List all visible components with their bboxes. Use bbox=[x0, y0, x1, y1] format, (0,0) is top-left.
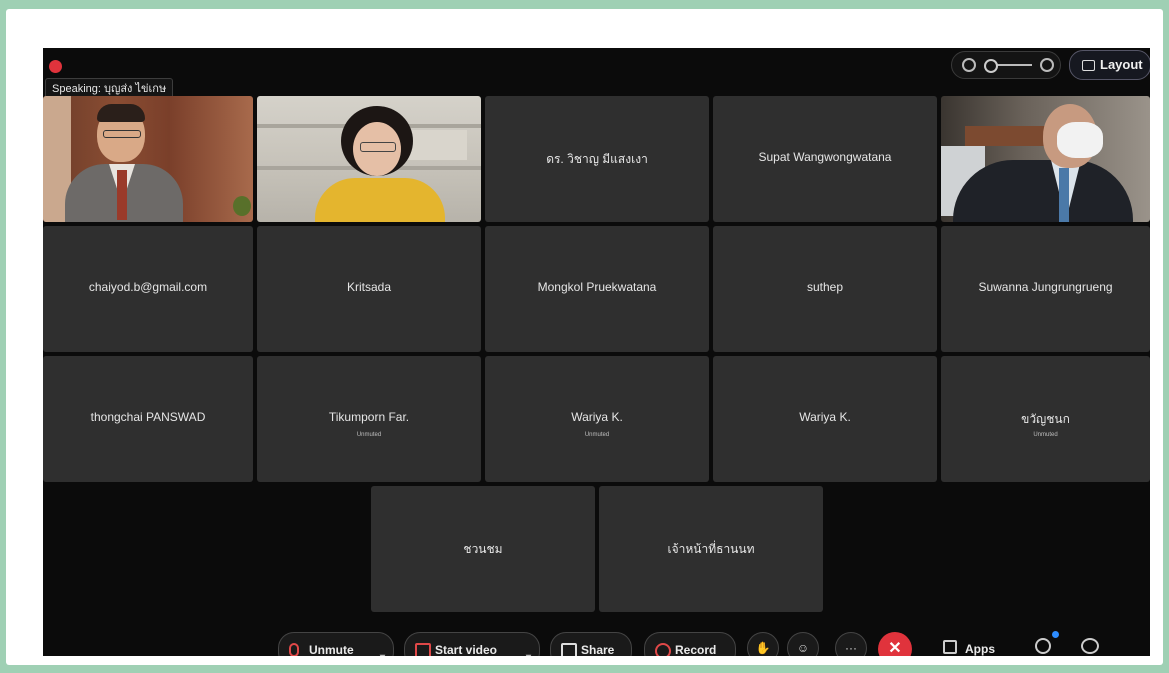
participant-name: Mongkol Pruekwatana bbox=[537, 280, 657, 294]
participant-tile[interactable]: Kritsada bbox=[257, 226, 481, 352]
share-button[interactable]: Share bbox=[550, 632, 632, 656]
participant-tile[interactable]: Mongkol Pruekwatana bbox=[485, 226, 709, 352]
share-label: Share bbox=[581, 643, 615, 656]
participant-name: Wariya K. bbox=[799, 410, 851, 424]
apps-icon bbox=[943, 640, 957, 654]
participant-tile[interactable]: thongchai PANSWAD bbox=[43, 356, 253, 482]
layout-button[interactable]: Layout bbox=[1069, 50, 1150, 80]
record-icon bbox=[655, 643, 671, 656]
video-person bbox=[360, 142, 396, 152]
unmute-button[interactable]: Unmute ▾ bbox=[278, 632, 394, 656]
video-person bbox=[1059, 168, 1069, 222]
participant-tile[interactable]: Wariya K. Unmuted bbox=[485, 356, 709, 482]
close-icon[interactable] bbox=[49, 60, 62, 73]
zoom-slider[interactable] bbox=[951, 51, 1061, 79]
record-label: Record bbox=[675, 643, 717, 656]
participant-name: Wariya K. bbox=[571, 410, 623, 424]
video-person bbox=[1057, 122, 1103, 158]
participants-icon[interactable] bbox=[1035, 638, 1051, 654]
video-person bbox=[315, 178, 445, 222]
share-screen-icon bbox=[561, 643, 577, 656]
chevron-down-icon[interactable]: ▾ bbox=[380, 641, 385, 656]
participant-name: Tikumporn Far. bbox=[328, 410, 410, 424]
participant-video-tile[interactable] bbox=[257, 96, 481, 222]
notification-badge bbox=[1052, 631, 1059, 638]
participant-tile[interactable]: ชวนชม bbox=[371, 486, 595, 612]
participant-tile[interactable]: เจ้าหน้าที่ธานนท bbox=[599, 486, 823, 612]
video-person bbox=[103, 130, 141, 138]
participant-tile[interactable]: Tikumporn Far. Unmuted bbox=[257, 356, 481, 482]
layout-grid-icon bbox=[1082, 60, 1095, 71]
participant-name: thongchai PANSWAD bbox=[90, 410, 206, 424]
start-video-button[interactable]: Start video ▾ bbox=[404, 632, 540, 656]
participant-name: suthep bbox=[806, 280, 844, 294]
participant-name: เจ้าหน้าที่ธานนท bbox=[667, 542, 755, 556]
participant-tile[interactable]: suthep bbox=[713, 226, 937, 352]
zoom-in-icon[interactable] bbox=[1040, 58, 1054, 72]
participant-tile[interactable]: Suwanna Jungrungrueng bbox=[941, 226, 1150, 352]
window-frame: Speaking: บุญส่ง ไข่เกษ Layout ดร. วิชาญ… bbox=[6, 9, 1163, 665]
participant-status: Unmuted bbox=[1033, 432, 1058, 438]
video-person bbox=[117, 170, 127, 220]
participant-name: chaiyod.b@gmail.com bbox=[88, 280, 208, 294]
video-person bbox=[953, 160, 1133, 222]
raise-hand-button[interactable]: ✋ bbox=[747, 632, 779, 656]
meeting-screen: Speaking: บุญส่ง ไข่เกษ Layout ดร. วิชาญ… bbox=[43, 48, 1150, 656]
unmute-label: Unmute bbox=[309, 643, 354, 656]
participant-name: ขวัญชนก bbox=[1021, 412, 1070, 426]
zoom-knob[interactable] bbox=[984, 59, 998, 73]
participant-name: ดร. วิชาญ มีแสงเงา bbox=[546, 152, 648, 166]
participant-tile[interactable]: ขวัญชนก Unmuted bbox=[941, 356, 1150, 482]
chat-icon[interactable] bbox=[1081, 638, 1099, 654]
video-background bbox=[407, 130, 467, 160]
record-button[interactable]: Record bbox=[644, 632, 736, 656]
reactions-button[interactable]: ☺ bbox=[787, 632, 819, 656]
participant-tile[interactable]: Wariya K. bbox=[713, 356, 937, 482]
chevron-down-icon[interactable]: ▾ bbox=[526, 641, 531, 656]
participant-name: ชวนชม bbox=[463, 542, 503, 556]
participant-tile[interactable]: ดร. วิชาญ มีแสงเงา bbox=[485, 96, 709, 222]
more-options-button[interactable]: ··· bbox=[835, 632, 867, 656]
microphone-muted-icon bbox=[289, 643, 299, 656]
participant-status: Unmuted bbox=[584, 432, 610, 438]
participant-tile[interactable]: Supat Wangwongwatana bbox=[713, 96, 937, 222]
participant-video-tile[interactable] bbox=[43, 96, 253, 222]
participant-video-tile[interactable] bbox=[941, 96, 1150, 222]
participant-status: Unmuted bbox=[356, 432, 382, 438]
end-call-button[interactable]: ✕ bbox=[878, 632, 912, 656]
camera-off-icon bbox=[415, 643, 431, 656]
meeting-toolbar: Unmute ▾ Start video ▾ Share Record ✋ ☺ … bbox=[43, 631, 1150, 656]
apps-button[interactable]: Apps bbox=[943, 632, 995, 656]
layout-button-label: Layout bbox=[1100, 57, 1143, 72]
start-video-label: Start video bbox=[435, 643, 498, 656]
participant-name: Kritsada bbox=[346, 280, 392, 294]
zoom-out-icon[interactable] bbox=[962, 58, 976, 72]
video-person bbox=[97, 104, 145, 122]
video-background bbox=[233, 196, 251, 216]
participant-name: Supat Wangwongwatana bbox=[758, 150, 892, 164]
apps-label: Apps bbox=[965, 642, 995, 656]
participant-tile[interactable]: chaiyod.b@gmail.com bbox=[43, 226, 253, 352]
participant-name: Suwanna Jungrungrueng bbox=[978, 280, 1113, 294]
